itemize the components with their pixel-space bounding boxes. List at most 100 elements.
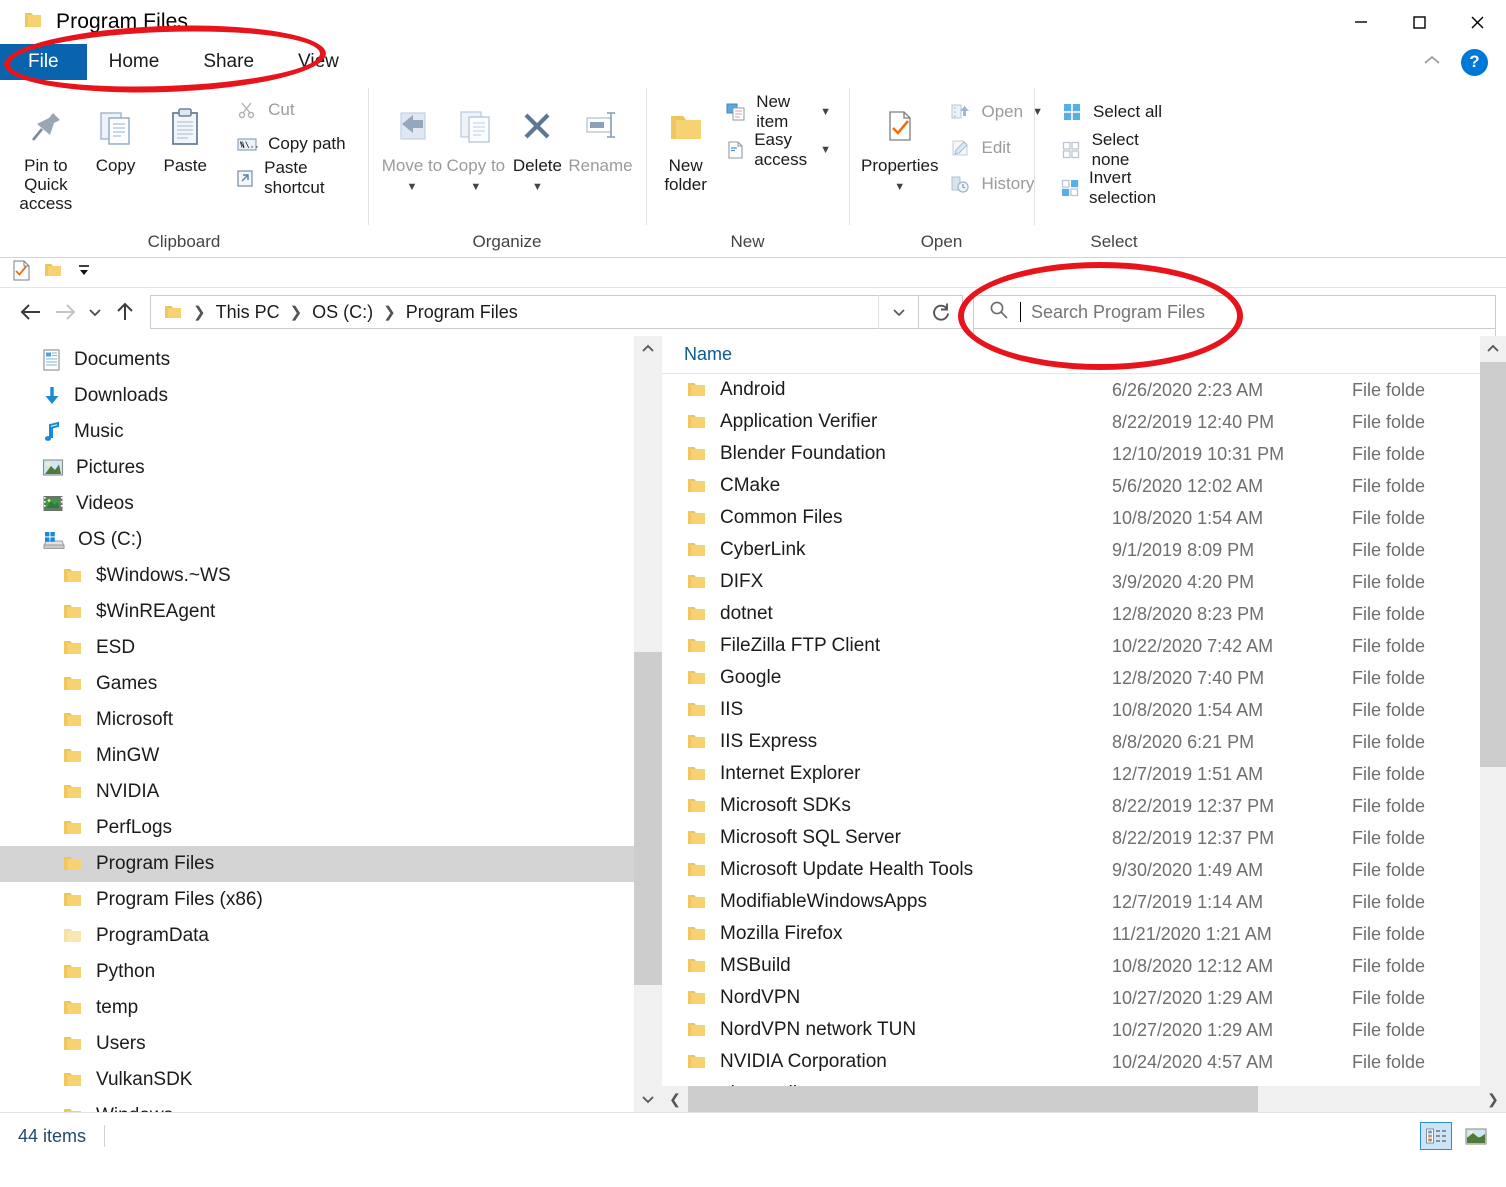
nav-tree-item[interactable]: MinGW [0, 738, 662, 774]
nav-tree-item[interactable]: Pictures [0, 450, 662, 486]
customize-dropdown-icon[interactable] [75, 262, 93, 283]
paste-shortcut-button[interactable]: Paste shortcut [229, 158, 356, 197]
scroll-right-arrow-icon[interactable]: ❯ [1480, 1091, 1506, 1108]
file-list-horizontal-scrollbar[interactable]: ❮ ❯ [662, 1086, 1506, 1112]
refresh-button[interactable] [919, 295, 963, 329]
table-row[interactable]: FileZilla FTP Client 10/22/2020 7:42 AM Fi… [662, 630, 1506, 662]
nav-tree-item[interactable]: $WinREAgent [0, 594, 662, 630]
breadcrumb-separator-icon[interactable]: ❯ [284, 303, 309, 321]
table-row[interactable]: NordVPN 10/27/2020 1:29 AM File folde [662, 982, 1506, 1014]
move-to-button[interactable]: Move to ▼ [380, 90, 444, 194]
table-row[interactable]: Common Files 10/8/2020 1:54 AM File folde [662, 502, 1506, 534]
nav-tree-item[interactable]: ESD [0, 630, 662, 666]
up-button[interactable] [108, 295, 142, 329]
minimize-button[interactable] [1332, 0, 1390, 44]
nav-tree-item[interactable]: $Windows.~WS [0, 558, 662, 594]
table-row[interactable]: Microsoft SDKs 8/22/2019 12:37 PM File fol… [662, 790, 1506, 822]
breadcrumb[interactable]: ❯ This PC ❯ OS (C:) ❯ Program Files [150, 295, 919, 329]
paste-button[interactable]: Paste [151, 90, 219, 175]
forward-button[interactable] [48, 295, 82, 329]
column-header-name[interactable]: Name [662, 344, 732, 365]
table-row[interactable]: NordVPN network TUN 10/27/2020 1:29 AM Fil… [662, 1014, 1506, 1046]
recent-locations-button[interactable] [82, 295, 108, 329]
copy-path-button[interactable]: \\ \\... Copy path [229, 130, 356, 158]
nav-tree-item[interactable]: Program Files [0, 846, 662, 882]
properties-button[interactable]: Properties ▼ [861, 90, 938, 194]
table-row[interactable]: Google 12/8/2020 7:40 PM File folde [662, 662, 1506, 694]
copy-button[interactable]: Copy [82, 90, 150, 175]
scroll-left-arrow-icon[interactable]: ❮ [662, 1091, 688, 1108]
chevron-down-icon[interactable]: ▼ [820, 144, 831, 156]
scroll-up-arrow-icon[interactable] [634, 336, 662, 362]
scroll-up-arrow-icon[interactable] [1480, 336, 1506, 362]
table-row[interactable]: DIFX 3/9/2020 4:20 PM File folde [662, 566, 1506, 598]
nav-tree-item[interactable]: Documents [0, 342, 662, 378]
tab-home[interactable]: Home [86, 44, 182, 80]
tab-view[interactable]: View [276, 44, 361, 80]
table-row[interactable]: IIS 10/8/2020 1:54 AM File folde [662, 694, 1506, 726]
rename-button[interactable]: Rename [567, 90, 634, 175]
previous-locations-dropdown[interactable] [878, 295, 918, 329]
nav-tree-item[interactable]: Python [0, 954, 662, 990]
table-row[interactable]: Application Verifier 8/22/2019 12:40 PM Fi… [662, 406, 1506, 438]
table-row[interactable]: MSBuild 10/8/2020 12:12 AM File folde [662, 950, 1506, 982]
breadcrumb-item-this-pc[interactable]: This PC [212, 302, 284, 323]
properties-icon[interactable] [12, 260, 31, 286]
invert-selection-button[interactable]: Invert selection [1054, 168, 1182, 207]
nav-pane-scrollbar[interactable] [634, 336, 662, 1112]
nav-tree-item[interactable]: NVIDIA [0, 774, 662, 810]
nav-tree-item[interactable]: Users [0, 1026, 662, 1062]
delete-button[interactable]: Delete ▼ [508, 90, 567, 194]
file-scroll-thumb[interactable] [1480, 362, 1506, 768]
help-icon[interactable]: ? [1461, 48, 1488, 76]
large-thumbnails-view-button[interactable] [1460, 1122, 1492, 1150]
nav-tree-item[interactable]: Music [0, 414, 662, 450]
table-row[interactable]: dotnet 12/8/2020 8:23 PM File folde [662, 598, 1506, 630]
nav-tree-item[interactable]: Downloads [0, 378, 662, 414]
nav-tree-item[interactable]: Games [0, 666, 662, 702]
table-row[interactable]: Mozilla Firefox 11/21/2020 1:21 AM File fo… [662, 918, 1506, 950]
horizontal-scroll-thumb[interactable] [688, 1086, 1259, 1112]
search-input[interactable]: Search Program Files [973, 295, 1496, 329]
chevron-down-icon[interactable]: ▼ [820, 106, 831, 118]
details-view-button[interactable] [1420, 1122, 1452, 1150]
nav-tree-item[interactable]: temp [0, 990, 662, 1026]
nav-tree-item[interactable]: VulkanSDK [0, 1062, 662, 1098]
table-row[interactable]: ModifiableWindowsApps 12/7/2019 1:14 AM Fi… [662, 886, 1506, 918]
select-all-button[interactable]: Select all [1054, 98, 1182, 126]
table-row[interactable]: Blender Foundation 12/10/2019 10:31 PM Fil… [662, 438, 1506, 470]
table-row[interactable]: NVIDIA Corporation 10/24/2020 4:57 AM File… [662, 1046, 1506, 1078]
easy-access-button[interactable]: Easy access ▼ [719, 130, 837, 169]
table-row[interactable]: CMake 5/6/2020 12:02 AM File folde [662, 470, 1506, 502]
back-button[interactable] [14, 295, 48, 329]
close-button[interactable] [1448, 0, 1506, 44]
nav-tree-item[interactable]: Windows [0, 1098, 662, 1112]
nav-scroll-thumb[interactable] [634, 651, 662, 985]
nav-tree-item[interactable]: PerfLogs [0, 810, 662, 846]
breadcrumb-item-program-files[interactable]: Program Files [402, 302, 522, 323]
collapse-ribbon-chevron-icon[interactable] [1421, 53, 1443, 72]
copy-to-button[interactable]: Copy to ▼ [444, 90, 508, 194]
file-list-scrollbar[interactable] [1480, 336, 1506, 1112]
table-row[interactable]: Internet Explorer 12/7/2019 1:51 AM File f… [662, 758, 1506, 790]
nav-tree-item[interactable]: Microsoft [0, 702, 662, 738]
table-row[interactable]: CyberLink 9/1/2019 8:09 PM File folde [662, 534, 1506, 566]
pin-to-quick-access-button[interactable]: Pin to Quick access [12, 90, 80, 213]
nav-scroll-track[interactable] [634, 362, 662, 1086]
nav-tree-item[interactable]: Program Files (x86) [0, 882, 662, 918]
maximize-button[interactable] [1390, 0, 1448, 44]
breadcrumb-separator-icon[interactable]: ❯ [187, 303, 212, 321]
scroll-down-arrow-icon[interactable] [634, 1086, 662, 1112]
tab-file[interactable]: File [0, 44, 87, 80]
breadcrumb-item-os-c[interactable]: OS (C:) [308, 302, 377, 323]
cut-button[interactable]: Cut [229, 96, 356, 124]
nav-tree-item[interactable]: ProgramData [0, 918, 662, 954]
new-folder-button[interactable]: New folder [658, 90, 713, 194]
horizontal-scroll-track[interactable] [688, 1086, 1480, 1112]
nav-tree-item[interactable]: Videos [0, 486, 662, 522]
edit-button[interactable]: Edit [942, 134, 1048, 162]
nav-tree-item[interactable]: OS (C:) [0, 522, 662, 558]
table-row[interactable]: Microsoft Update Health Tools 9/30/2020 1… [662, 854, 1506, 886]
history-button[interactable]: History [942, 170, 1048, 198]
breadcrumb-separator-icon[interactable]: ❯ [377, 303, 402, 321]
